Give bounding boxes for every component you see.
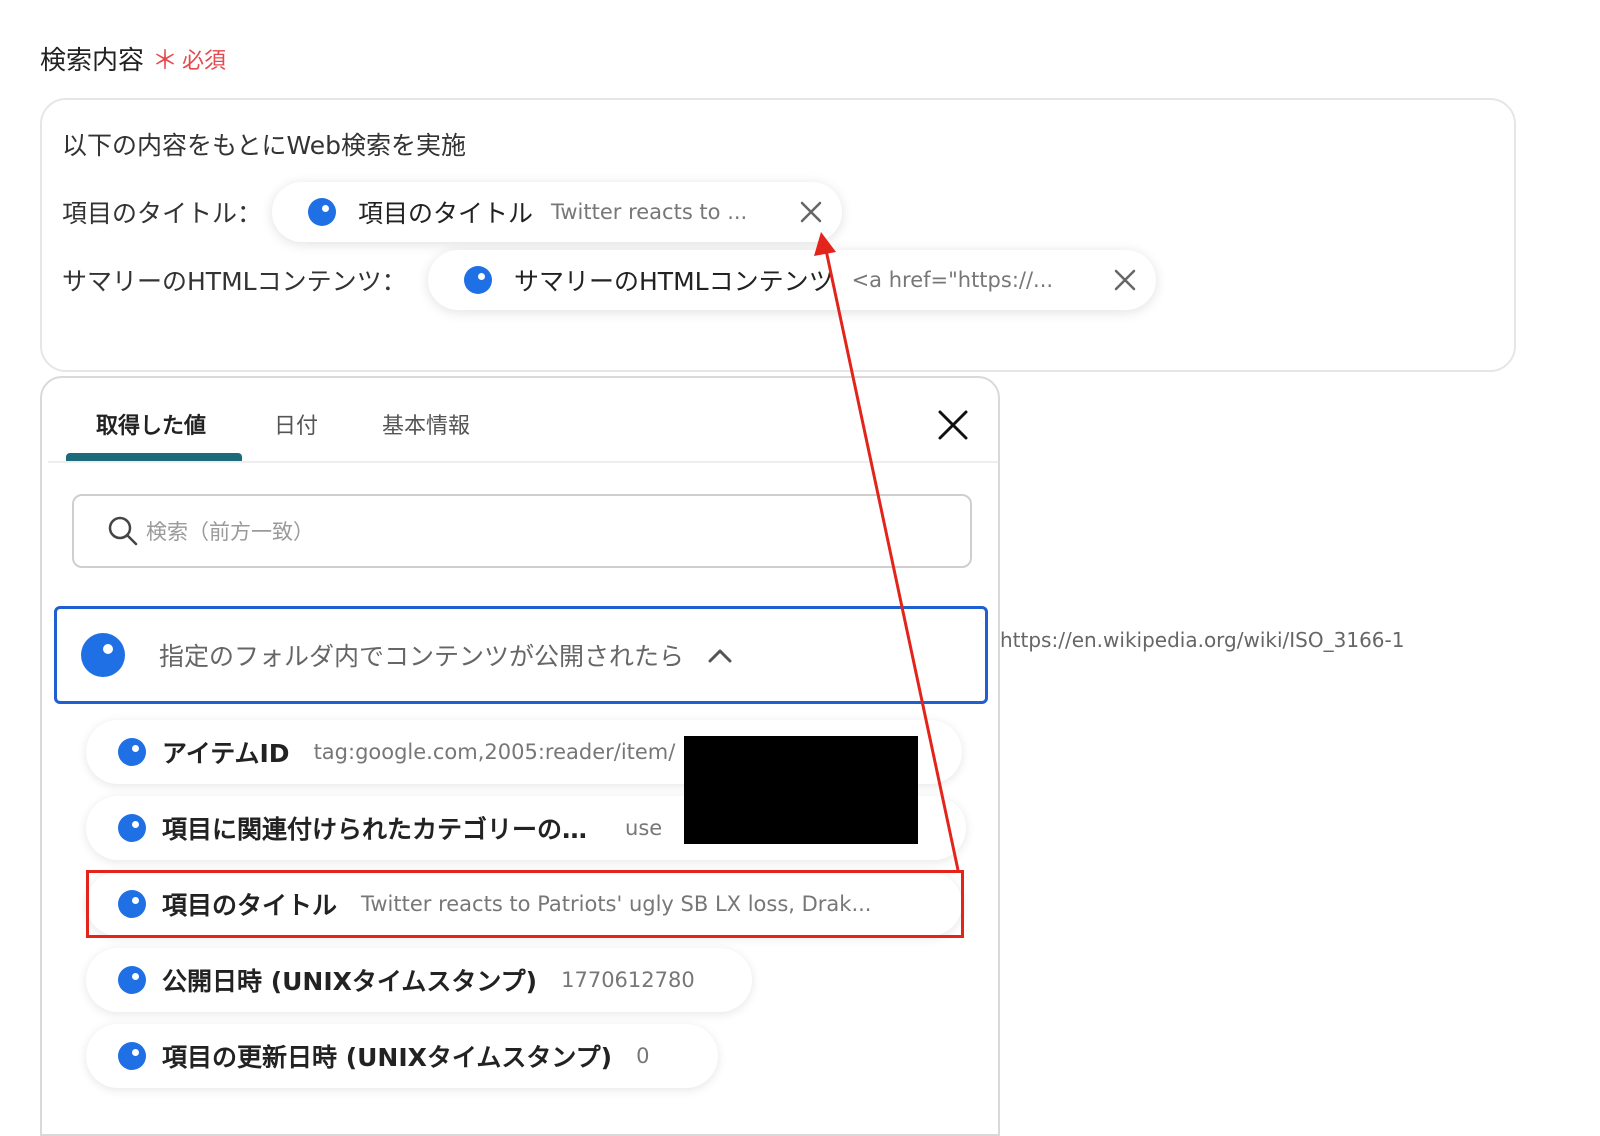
- variable-dot-icon: [118, 966, 146, 994]
- item-value: 1770612780: [561, 968, 695, 992]
- search-input[interactable]: 検索（前方一致）: [72, 494, 972, 568]
- item-value: use: [625, 816, 663, 840]
- remove-chip-icon[interactable]: [796, 197, 826, 227]
- item-name: 項目の更新日時 (UNIXタイムスタンプ): [162, 1043, 613, 1072]
- editor-line-1: 以下の内容をもとにWeb検索を実施: [62, 131, 467, 160]
- search-icon: [108, 516, 138, 546]
- close-icon[interactable]: [936, 408, 970, 442]
- variable-chip-summary-html[interactable]: サマリーのHTMLコンテンツ <a href="https://...: [428, 250, 1156, 310]
- trigger-group-header[interactable]: 指定のフォルダ内でコンテンツが公開されたら: [54, 606, 988, 704]
- trigger-dot-icon: [81, 633, 125, 677]
- item-value: 0: [636, 1044, 650, 1068]
- chip-name: 項目のタイトル: [358, 199, 534, 228]
- active-tab-indicator: [66, 453, 242, 461]
- item-value: tag:google.com,2005:reader/item/: [313, 740, 676, 764]
- tab-date[interactable]: 日付: [274, 408, 318, 440]
- editor-line-2-label: 項目のタイトル：: [62, 199, 263, 228]
- redaction-block: [684, 736, 918, 844]
- tab-acquired-values[interactable]: 取得した値: [96, 408, 206, 440]
- variable-dot-icon: [118, 1042, 146, 1070]
- item-name: アイテムID: [162, 739, 290, 768]
- remove-chip-icon[interactable]: [1110, 265, 1140, 295]
- chevron-up-icon[interactable]: [706, 645, 734, 665]
- chip-name: サマリーのHTMLコンテンツ: [514, 267, 834, 296]
- field-label-text: 検索内容: [40, 46, 145, 76]
- field-label: 検索内容 ＊ 必須: [40, 40, 226, 77]
- required-star: ＊: [152, 46, 179, 76]
- required-text: 必須: [182, 48, 227, 74]
- variable-dot-icon: [118, 814, 146, 842]
- item-name: 項目に関連付けられたカテゴリーの…: [162, 815, 588, 844]
- list-item-published-at[interactable]: 公開日時 (UNIXタイムスタンプ) 1770612780: [86, 948, 752, 1012]
- list-item-updated-at[interactable]: 項目の更新日時 (UNIXタイムスタンプ) 0: [86, 1024, 718, 1088]
- editor-line-3-label: サマリーのHTMLコンテンツ：: [62, 267, 407, 296]
- chip-value: Twitter reacts to ...: [551, 200, 748, 224]
- search-content-editor[interactable]: 以下の内容をもとにWeb検索を実施 項目のタイトル： サマリーのHTMLコンテン…: [40, 98, 1516, 372]
- variable-dot-icon: [118, 738, 146, 766]
- tab-divider: [48, 461, 998, 463]
- chip-value: <a href="https://...: [851, 268, 1054, 292]
- search-placeholder: 検索（前方一致）: [146, 520, 314, 544]
- variable-dot-icon: [308, 198, 336, 226]
- variable-dot-icon: [464, 266, 492, 294]
- tab-basic-info[interactable]: 基本情報: [382, 408, 470, 440]
- variable-chip-title[interactable]: 項目のタイトル Twitter reacts to ...: [272, 182, 842, 242]
- item-name: 公開日時 (UNIXタイムスタンプ): [162, 967, 538, 996]
- trigger-group-label: 指定のフォルダ内でコンテンツが公開されたら: [159, 642, 685, 671]
- background-url-text: https://en.wikipedia.org/wiki/ISO_3166-1: [1000, 628, 1405, 652]
- annotation-highlight-box: [86, 870, 964, 938]
